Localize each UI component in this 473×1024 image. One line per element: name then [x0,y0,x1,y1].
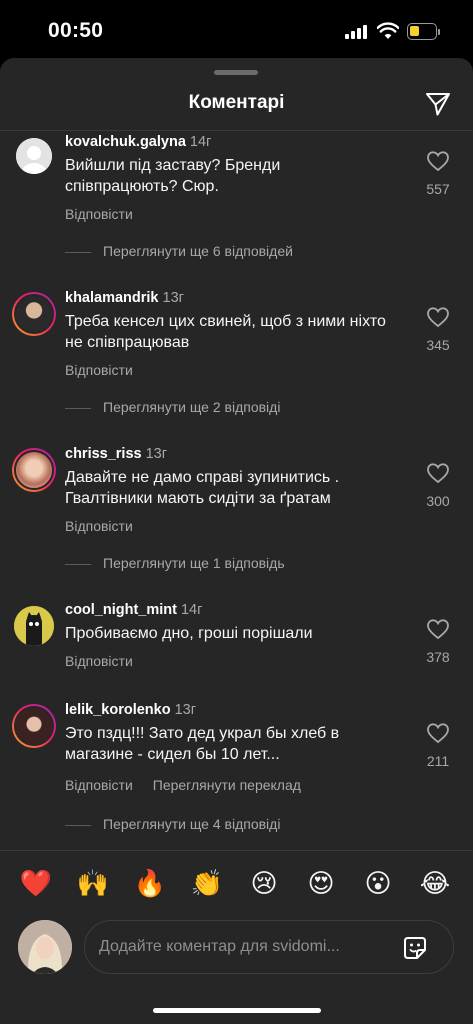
emoji-clap-button[interactable]: 👏 [189,866,225,902]
avatar-photo [14,450,54,490]
like-count: 211 [426,753,450,769]
reply-button[interactable]: Відповісти [65,518,133,534]
heart-icon[interactable] [426,306,450,328]
comments-sheet: Коментарі kovalchuk.galyna 14г Вийшли під… [0,58,473,1024]
heart-icon[interactable] [426,722,450,744]
avatar[interactable] [12,704,56,748]
comment-header: cool_night_mint 14г [65,602,202,618]
like-count: 378 [426,649,450,665]
emoji-fire-button[interactable]: 🔥 [132,866,168,902]
emoji-raised-hands-button[interactable]: 🙌 [75,866,111,902]
reply-button[interactable]: Відповісти [65,206,133,222]
send-icon[interactable] [424,90,452,118]
comment-time: 13г [174,702,196,718]
emoji-surprised-button[interactable]: 😮 [360,866,396,902]
emoji-laughing-button[interactable]: 😂 [417,866,453,902]
avatar[interactable] [14,606,54,646]
sheet-grabber-handle[interactable] [214,70,258,75]
default-avatar-icon [16,138,52,174]
sheet-title: Коментарі [188,92,285,113]
reply-button[interactable]: Відповісти [65,653,133,669]
comment-username[interactable]: kovalchuk.galyna [65,134,186,150]
avatar-photo [14,706,54,746]
emoji-heart-button[interactable]: ❤️ [18,866,54,902]
view-replies-label: Переглянути ще 4 відповіді [103,816,281,832]
reply-button[interactable]: Відповісти [65,777,133,793]
emoji-reaction-bar: ❤️ 🙌 🔥 👏 😢 😍 😮 😂 [0,866,473,902]
wifi-icon [377,22,399,39]
view-replies-label: Переглянути ще 2 відповіді [103,399,281,415]
comment-time: 14г [189,134,212,150]
sticker-icon[interactable] [401,934,429,962]
view-replies-button[interactable]: Переглянути ще 1 відповідь [65,555,285,571]
translate-button[interactable]: Переглянути переклад [153,777,301,793]
comment-actions: Відповісти [65,206,133,222]
view-replies-button[interactable]: Переглянути ще 4 відповіді [65,816,280,832]
comment-actions: Відповісти [65,653,133,669]
avatar-photo [14,294,54,334]
heart-icon[interactable] [426,462,450,484]
like-count: 300 [426,493,450,509]
view-replies-label: Переглянути ще 1 відповідь [103,555,285,571]
comment-username[interactable]: khalamandrik [65,290,159,306]
comment-header: lelik_korolenko 13г [65,702,196,718]
composer-divider [0,850,473,851]
comment-time: 13г [162,290,184,306]
view-replies-label: Переглянути ще 6 відповідей [103,243,293,259]
status-bar: 00:50 [0,0,473,58]
view-replies-button[interactable]: Переглянути ще 6 відповідей [65,243,293,259]
avatar[interactable] [12,448,56,492]
avatar-illustration [14,606,54,646]
comment-text: Треба кенсел цих свиней, щоб з ними ніхт… [65,313,386,351]
comment-actions: Відповісти Переглянути переклад [65,777,301,793]
header-divider [0,130,473,131]
battery-icon [407,23,437,40]
comment-text: Вийшли під заставу? Бренди співпрацюють?… [65,157,281,195]
replies-line [65,563,91,565]
comment-time: 13г [145,446,168,462]
avatar[interactable] [12,292,56,336]
replies-line [65,251,91,253]
comment-time: 14г [180,602,203,618]
home-indicator [153,1008,321,1013]
replies-line [65,407,91,409]
comment-text: Пробиваємо дно, гроші порішали [65,625,313,642]
comment-username[interactable]: chriss_riss [65,446,142,462]
comment-username[interactable]: lelik_korolenko [65,702,171,718]
comment-username[interactable]: cool_night_mint [65,602,177,618]
comment-text: Давайте не дамо справі зупинитись . Гвал… [65,469,340,507]
comment-header: khalamandrik 13г [65,290,184,306]
status-time: 00:50 [48,19,104,42]
replies-line [65,824,91,826]
comment-input[interactable] [99,921,389,973]
heart-icon[interactable] [426,150,450,172]
heart-icon[interactable] [426,618,450,640]
avatar[interactable] [16,138,52,174]
my-avatar [18,920,72,974]
comment-header: chriss_riss 13г [65,446,167,462]
cellular-signal-icon [345,25,369,39]
my-avatar-photo [18,920,72,974]
comment-composer [84,920,454,974]
comment-actions: Відповісти [65,362,133,378]
comment-actions: Відповісти [65,518,133,534]
comment-text: Это пздц!!! Зато дед украл бы хлеб в маг… [65,725,340,763]
comment-header: kovalchuk.galyna 14г [65,134,211,150]
battery-tip [438,29,440,35]
like-count: 557 [426,181,450,197]
like-count: 345 [426,337,450,353]
emoji-crying-button[interactable]: 😢 [246,866,282,902]
emoji-heart-eyes-button[interactable]: 😍 [303,866,339,902]
reply-button[interactable]: Відповісти [65,362,133,378]
view-replies-button[interactable]: Переглянути ще 2 відповіді [65,399,280,415]
